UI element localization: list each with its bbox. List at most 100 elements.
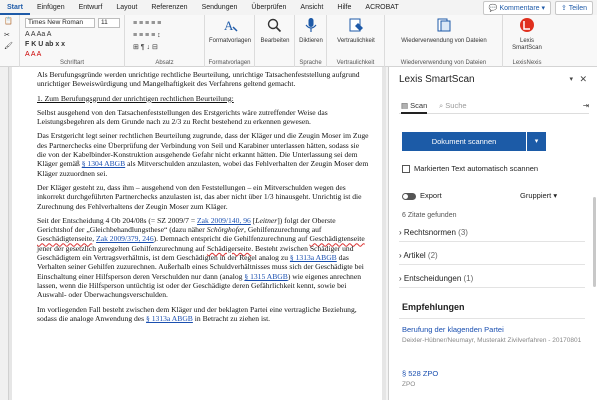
citations-count: 6 Zitate gefunden <box>402 212 457 219</box>
edit-button-label: Bearbeiten <box>260 38 290 44</box>
export-label: Export <box>420 191 442 200</box>
citation-link[interactable]: § 1315 ABGB <box>244 272 287 281</box>
section-articles[interactable]: › Artikel (2) <box>399 247 585 265</box>
paragraph-7: Im vorliegenden Fall besteht zwischen de… <box>37 305 370 324</box>
tab-scan[interactable]: ▤ Scan <box>401 101 428 114</box>
tab-search-label: Suche <box>445 101 467 110</box>
tab-help[interactable]: Hilfe <box>330 0 358 15</box>
comment-icon: 💬 <box>488 5 500 12</box>
p6-text: Seit der Entscheidung 4 Ob 204/08s (= SZ… <box>37 215 196 225</box>
p6-text: jener der gesetzlich geregelten Gehilfen… <box>37 243 206 253</box>
border-buttons[interactable]: ⊞ ¶ ↓ ⊟ <box>133 43 158 52</box>
section-count: (1) <box>463 274 474 283</box>
confidentiality-group-label: Vertraulichkeit <box>336 60 375 66</box>
tab-insert[interactable]: Einfügen <box>30 0 72 15</box>
grouping-select[interactable]: Gruppiert ▾ <box>520 191 557 200</box>
font-group: Times New Roman 11 A A Aa A F K U ab x x… <box>20 15 125 67</box>
tab-start[interactable]: Start <box>0 0 30 15</box>
ribbon: 📋 ✂ 🖌 Times New Roman 11 A A Aa A F K U … <box>0 15 597 67</box>
section-decisions[interactable]: › Entscheidungen (1) <box>399 270 585 288</box>
cut-icon[interactable]: ✂ <box>4 31 10 40</box>
close-icon[interactable]: ✕ <box>579 74 587 85</box>
recommendation-title[interactable]: § 528 ZPO <box>402 369 438 378</box>
paragraph-group-label: Absatz <box>155 60 174 66</box>
font-size-controls[interactable]: A A Aa A <box>25 30 51 39</box>
paragraph-6: Seit der Entscheidung 4 Ob 204/08s (= SZ… <box>37 216 370 300</box>
section-statutes[interactable]: › Rechtsnormen (3) <box>399 224 585 242</box>
font-group-label: Schriftart <box>59 60 84 66</box>
panel-title: Lexis SmartScan <box>399 74 475 85</box>
citation-link[interactable]: Zak 2009/140, 96 <box>197 216 251 225</box>
format-painter-icon[interactable]: 🖌 <box>4 42 13 51</box>
dictate-button-label: Diktieren <box>299 38 323 44</box>
font-name-select[interactable]: Times New Roman <box>25 18 95 28</box>
spelling-flag[interactable]: Geschädigtenseite <box>309 234 364 243</box>
edit-button[interactable]: Bearbeiten <box>257 17 293 45</box>
p6-text: , Gehilfenzurechnung auf <box>244 225 322 235</box>
citation-link[interactable]: Zak 2009/379, 246 <box>96 234 154 243</box>
smartscan-panel: Lexis SmartScan ▾ ✕ ▤ Scan ⌕ Suche ⇥ Dok… <box>388 67 597 400</box>
exit-icon[interactable]: ⇥ <box>583 101 589 110</box>
spelling-flag[interactable]: Schädigerseite <box>207 244 251 253</box>
reuse-group: Wiederverwendung von Dateien Wiederverwe… <box>385 15 503 67</box>
microphone-icon <box>305 18 317 32</box>
font-style-buttons[interactable]: F K U ab x x <box>25 40 65 49</box>
dictate-button[interactable]: Diktieren <box>296 17 326 45</box>
scan-document-button[interactable]: Dokument scannen <box>402 132 526 151</box>
p6-text: , <box>92 234 95 244</box>
section-label: Artikel <box>403 251 426 260</box>
p7-text-b: in Betracht zu ziehen ist. <box>194 313 271 323</box>
checkbox-box[interactable] <box>402 164 410 173</box>
reuse-group-label: Wiederverwendung von Dateien <box>400 60 487 66</box>
citation-link[interactable]: § 1313a ABGB <box>290 253 337 262</box>
recommendation-source: Deixler-Hübner/Neumayr, Musterakt Zivilv… <box>402 337 582 344</box>
clipboard-group: 📋 ✂ 🖌 <box>0 15 20 67</box>
font-size-select[interactable]: 11 <box>98 18 120 28</box>
recommendations-title: Empfehlungen <box>402 302 465 312</box>
share-button[interactable]: ⇪ Teilen <box>555 1 593 15</box>
section-count: (2) <box>427 251 438 260</box>
svg-text:A: A <box>224 18 234 33</box>
list-buttons[interactable]: ≡ ≡ ≡ ≡ ≡ <box>133 19 161 28</box>
export-toggle[interactable] <box>402 193 416 200</box>
spelling-flag[interactable]: Geschädigtenseite <box>37 234 92 243</box>
section-label: Entscheidungen <box>403 274 462 283</box>
sensitivity-icon <box>349 18 363 32</box>
scan-options-dropdown[interactable]: ▾ <box>527 132 546 151</box>
styles-group: A Formatvorlagen Formatvorlagen <box>205 15 255 67</box>
tab-references[interactable]: Referenzen <box>144 0 194 15</box>
grouping-label: Gruppiert <box>520 191 552 200</box>
p6-italic: Leitner <box>255 215 278 225</box>
reuse-files-button[interactable]: Wiederverwendung von Dateien <box>395 17 493 45</box>
paragraph-group: ≡ ≡ ≡ ≡ ≡ ≡ ≡ ≡ ≡ ↕ ⊞ ¶ ↓ ⊟ Absatz <box>125 15 205 67</box>
tab-mailings[interactable]: Sendungen <box>195 0 245 15</box>
lexis-logo-icon <box>520 18 534 32</box>
scan-icon: ▤ <box>401 101 411 110</box>
comments-button[interactable]: 💬 Kommentare ▾ <box>482 1 552 15</box>
auto-scan-checkbox[interactable]: Markierten Text automatisch scannen <box>402 164 538 173</box>
document-page[interactable]: Als Berufungsgründe werden unrichtige re… <box>12 67 382 400</box>
panel-options-icon[interactable]: ▾ <box>569 75 573 83</box>
section-label: Rechtsnormen <box>403 228 456 237</box>
confidentiality-group: Vertraulichkeit Vertraulichkeit <box>327 15 385 67</box>
styles-button[interactable]: A Formatvorlagen <box>207 17 253 45</box>
paragraph-4: Das Erstgericht legt seiner rechtlichen … <box>37 131 370 177</box>
tab-view[interactable]: Ansicht <box>293 0 330 15</box>
divider <box>399 318 585 319</box>
tab-layout[interactable]: Layout <box>109 0 144 15</box>
confidentiality-button[interactable]: Vertraulichkeit <box>329 17 383 45</box>
recommendation-title[interactable]: Berufung der klagenden Partei <box>402 325 504 334</box>
citation-link[interactable]: § 1304 ABGB <box>82 159 125 168</box>
alignment-buttons[interactable]: ≡ ≡ ≡ ≡ ↕ <box>133 31 161 40</box>
paste-icon[interactable]: 📋 <box>4 17 13 26</box>
citation-link[interactable]: § 1313a ABGB <box>146 314 193 323</box>
tab-design[interactable]: Entwurf <box>72 0 110 15</box>
panel-scrollbar[interactable] <box>593 197 596 287</box>
lexis-smartscan-button[interactable]: Lexis SmartScan <box>505 17 549 52</box>
tab-search[interactable]: ⌕ Suche <box>439 101 467 111</box>
tab-review[interactable]: Überprüfen <box>244 0 293 15</box>
font-color-buttons[interactable]: A A A <box>25 50 41 59</box>
styles-group-label: Formatvorlagen <box>208 60 251 66</box>
tab-acrobat[interactable]: ACROBAT <box>358 0 405 15</box>
language-group: Diktieren Sprache <box>295 15 327 67</box>
